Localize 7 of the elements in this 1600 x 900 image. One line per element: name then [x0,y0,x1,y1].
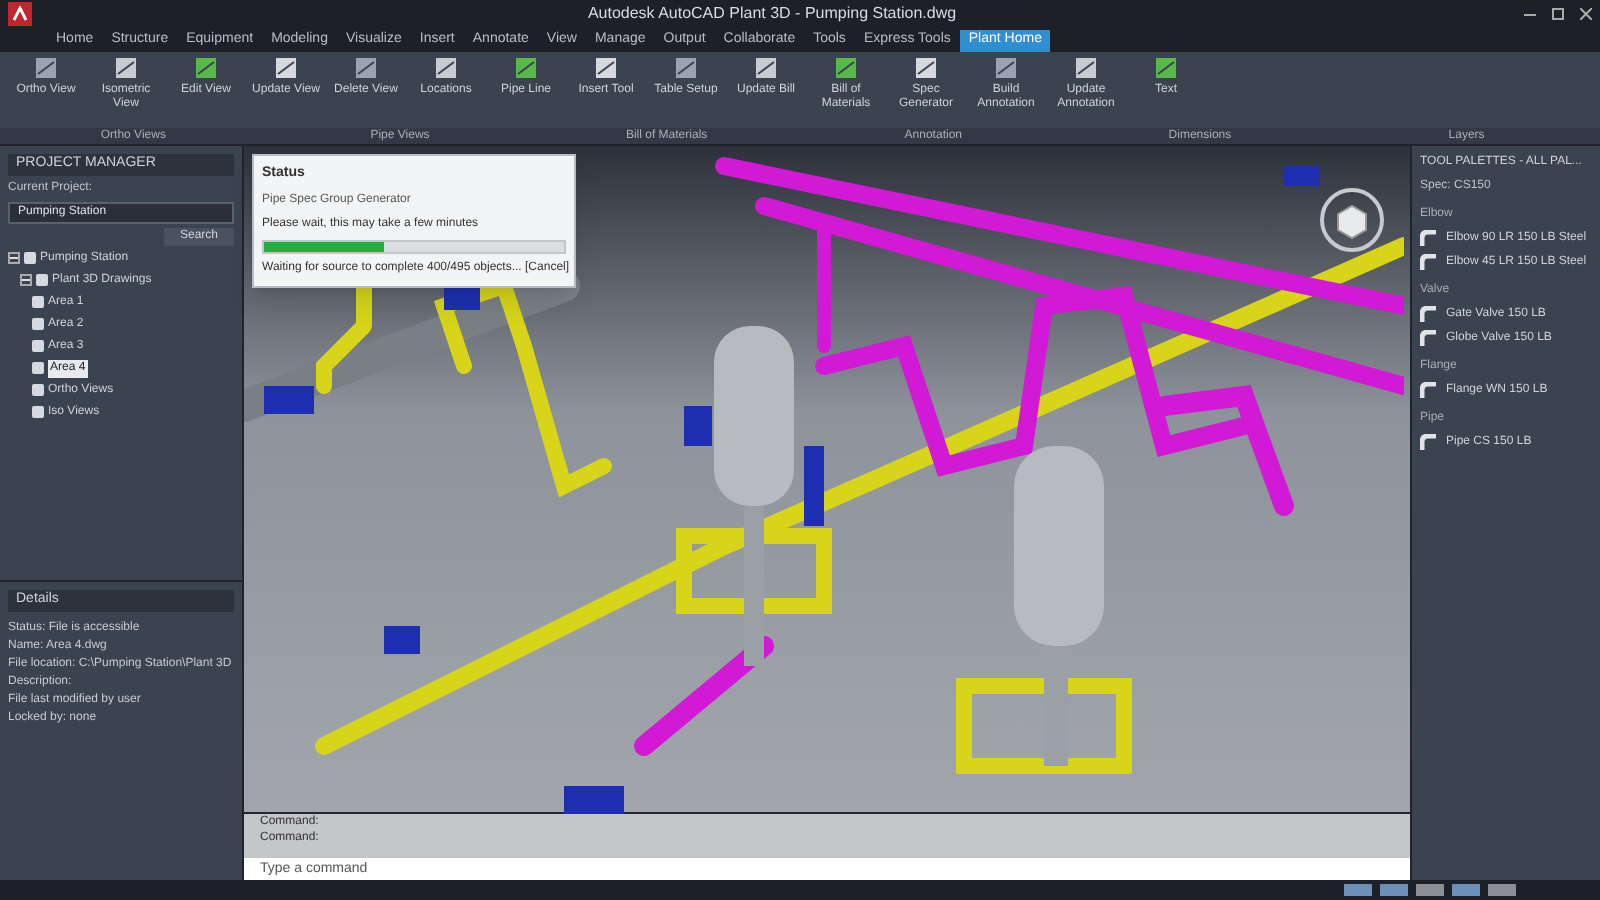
fitting-icon [1420,382,1438,400]
expander-icon[interactable] [20,274,32,286]
window-title: Autodesk AutoCAD Plant 3D - Pumping Station.dwg [585,2,959,26]
expander-icon[interactable] [8,252,20,264]
view-cube-icon[interactable] [1318,186,1386,254]
fitting-icon [1420,434,1438,452]
app-logo-icon[interactable] [8,2,32,26]
